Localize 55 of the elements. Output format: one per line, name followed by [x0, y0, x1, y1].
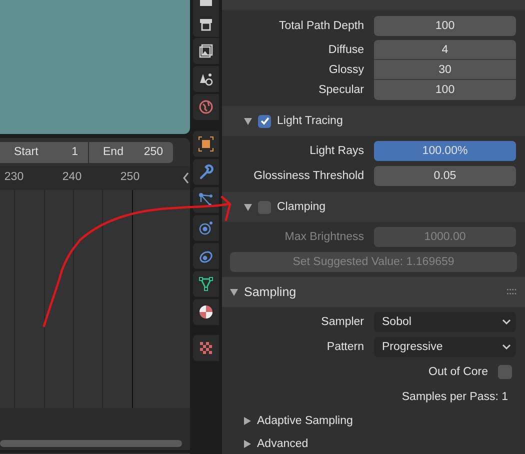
frame-number: 240: [62, 171, 82, 183]
number-field[interactable]: 100: [374, 16, 516, 36]
grip-icon[interactable]: [507, 289, 517, 295]
field-label: Diffuse: [327, 43, 364, 58]
field-label: Light Rays: [308, 145, 364, 157]
square-icon[interactable]: [198, 136, 214, 152]
number-field[interactable]: 30: [374, 60, 516, 80]
frame-ruler[interactable]: 230 240 250: [0, 166, 190, 190]
nodes-icon[interactable]: [198, 192, 214, 208]
ring-icon[interactable]: [198, 248, 214, 264]
sphere-icon[interactable]: [198, 304, 214, 320]
number-field[interactable]: 0.05: [374, 166, 516, 186]
panel-header[interactable]: Sampling: [222, 277, 525, 307]
checker-icon[interactable]: [198, 340, 214, 356]
frame-number: 250: [120, 171, 140, 183]
subpanel-title[interactable]: Clamping: [277, 201, 326, 213]
collapse-icon[interactable]: [182, 172, 190, 184]
images-icon[interactable]: [198, 43, 214, 59]
slider-field[interactable]: 100.00%: [374, 141, 516, 161]
printer-icon[interactable]: [198, 16, 214, 32]
field-label: Specular: [318, 83, 364, 98]
expand-triangle-icon[interactable]: [244, 204, 252, 210]
chevron-down-icon[interactable]: [502, 344, 511, 350]
expand-triangle-icon[interactable]: [230, 288, 238, 296]
checkbox[interactable]: [498, 365, 512, 379]
field-label: Glossiness Threshold: [252, 170, 364, 182]
wrench-icon[interactable]: [198, 164, 214, 180]
checkbox[interactable]: [258, 200, 271, 214]
checkbox-label: Out of Core: [428, 366, 488, 378]
scrollbar[interactable]: [0, 440, 182, 446]
number-field[interactable]: 100: [374, 80, 516, 100]
field-label: Sampler: [320, 316, 364, 328]
collapsed-triangle-icon[interactable]: [244, 440, 251, 448]
end-frame-field[interactable]: End 250: [89, 142, 173, 162]
collapsed-triangle-icon[interactable]: [244, 417, 251, 425]
start-frame-field[interactable]: Start 1: [0, 142, 88, 162]
checkbox[interactable]: [258, 114, 271, 128]
orbit-icon[interactable]: [198, 220, 214, 236]
expand-triangle-icon[interactable]: [244, 118, 252, 124]
chevron-down-icon[interactable]: [502, 319, 511, 325]
field-label: Pattern: [326, 341, 364, 353]
dropdown[interactable]: Sobol: [374, 312, 516, 332]
triangle-icon[interactable]: [198, 276, 214, 292]
dropdown[interactable]: Progressive: [374, 337, 516, 357]
frame-number: 230: [4, 171, 24, 183]
number-field[interactable]: 4: [374, 40, 516, 60]
shapes-icon[interactable]: [198, 71, 214, 87]
globe-icon[interactable]: [198, 99, 214, 115]
subpanel-title[interactable]: Adaptive Sampling: [257, 415, 353, 427]
subpanel-title[interactable]: Light Tracing: [277, 115, 343, 127]
field-label: Total Path Depth: [278, 20, 364, 32]
field-label: Max Brightness: [284, 231, 364, 243]
info-text: Samples per Pass: 1: [400, 390, 509, 405]
subpanel-title[interactable]: Advanced: [257, 438, 308, 450]
field-label: Glossy: [328, 63, 364, 78]
